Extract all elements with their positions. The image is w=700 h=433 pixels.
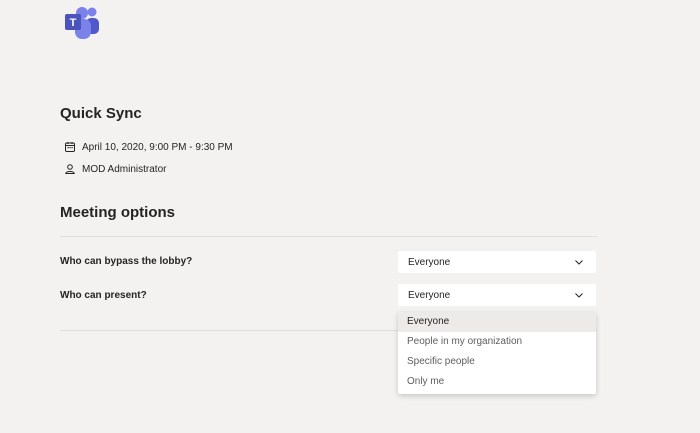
present-dropdown-menu: Everyone People in my organization Speci…: [398, 312, 596, 394]
meeting-title: Quick Sync: [60, 105, 142, 122]
svg-text:T: T: [70, 17, 77, 29]
dropdown-option-organization[interactable]: People in my organization: [398, 332, 596, 352]
dropdown-option-only-me[interactable]: Only me: [398, 372, 596, 392]
meeting-date-text: April 10, 2020, 9:00 PM - 9:30 PM: [82, 141, 233, 153]
dropdown-option-specific-people[interactable]: Specific people: [398, 352, 596, 372]
chevron-down-icon: [574, 257, 584, 267]
present-select[interactable]: Everyone: [398, 284, 596, 306]
present-select-value: Everyone: [408, 289, 451, 301]
calendar-icon: [64, 141, 76, 153]
dropdown-option-everyone[interactable]: Everyone: [398, 312, 596, 332]
lobby-select[interactable]: Everyone: [398, 251, 596, 273]
lobby-option-label: Who can bypass the lobby?: [60, 256, 193, 267]
lobby-select-value: Everyone: [408, 256, 451, 268]
section-divider: [60, 236, 597, 237]
meeting-organizer-text: MOD Administrator: [82, 163, 167, 175]
teams-logo: T: [62, 4, 102, 42]
present-option-label: Who can present?: [60, 290, 147, 301]
meeting-organizer-row: MOD Administrator: [64, 161, 166, 177]
person-icon: [64, 163, 76, 175]
meeting-options-title: Meeting options: [60, 204, 175, 221]
meeting-date-row: April 10, 2020, 9:00 PM - 9:30 PM: [64, 139, 233, 155]
chevron-down-icon: [574, 290, 584, 300]
